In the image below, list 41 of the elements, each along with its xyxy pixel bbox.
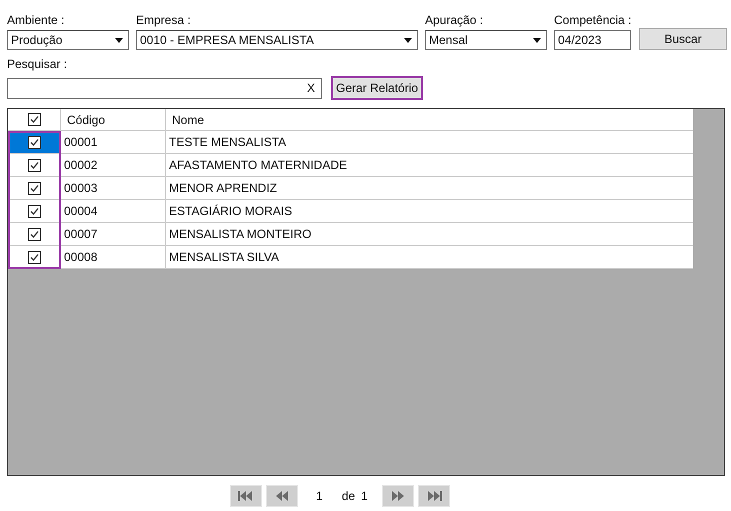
table-cell-text: TESTE MENSALISTA	[168, 134, 288, 151]
checked-checkbox[interactable]	[28, 250, 40, 264]
field-label: Competência :	[554, 12, 631, 29]
input-field[interactable]: 04/2023	[554, 30, 631, 50]
checked-checkbox[interactable]	[28, 136, 40, 148]
checked-checkbox[interactable]	[28, 228, 40, 240]
field-label: Pesquisar :	[7, 57, 68, 73]
checked-checkbox[interactable]	[28, 113, 40, 126]
search-button[interactable]: Buscar	[639, 28, 727, 50]
table-cell: 00004	[61, 200, 166, 222]
checked-checkbox[interactable]	[28, 158, 40, 172]
table-cell: 00002	[61, 154, 166, 176]
last-page-button[interactable]	[418, 485, 450, 507]
search-field[interactable]: X	[7, 78, 322, 98]
clear-button[interactable]: X	[306, 79, 315, 97]
next-page-button[interactable]	[382, 485, 414, 507]
dropdown[interactable]: 0010 - EMPRESA MENSALISTA	[136, 30, 418, 50]
table-cell-text: MENSALISTA SILVA	[168, 249, 280, 266]
table-cell-text: AFASTAMENTO MATERNIDADE	[168, 157, 348, 174]
field-label: Empresa :	[136, 12, 192, 29]
page-total: 1	[361, 488, 368, 505]
table-cell-text: MENSALISTA MONTEIRO	[168, 226, 312, 243]
dropdown[interactable]: Mensal	[425, 30, 547, 50]
previous-page-button[interactable]	[266, 485, 298, 507]
table-cell: 00008	[61, 246, 166, 268]
checked-checkbox[interactable]	[28, 204, 40, 218]
dropdown[interactable]: Produção	[7, 30, 129, 50]
table-cell-text: ESTAGIÁRIO MORAIS	[168, 203, 294, 220]
table-cell-text: MENOR APRENDIZ	[168, 180, 278, 197]
checked-checkbox[interactable]	[28, 182, 40, 194]
report-button[interactable]: Gerar Relatório	[331, 76, 424, 100]
table-cell: 00007	[61, 223, 166, 245]
page-of-label: de	[342, 488, 356, 505]
table-cell: 00003	[61, 177, 166, 199]
field-label: Apuração :	[425, 12, 484, 29]
column-header: Código	[61, 109, 166, 130]
page-number: 1	[316, 488, 323, 505]
field-label: Ambiente :	[7, 12, 66, 29]
table-cell: 00001	[61, 131, 166, 153]
first-page-button[interactable]	[230, 485, 262, 507]
column-header: Nome	[171, 112, 206, 128]
